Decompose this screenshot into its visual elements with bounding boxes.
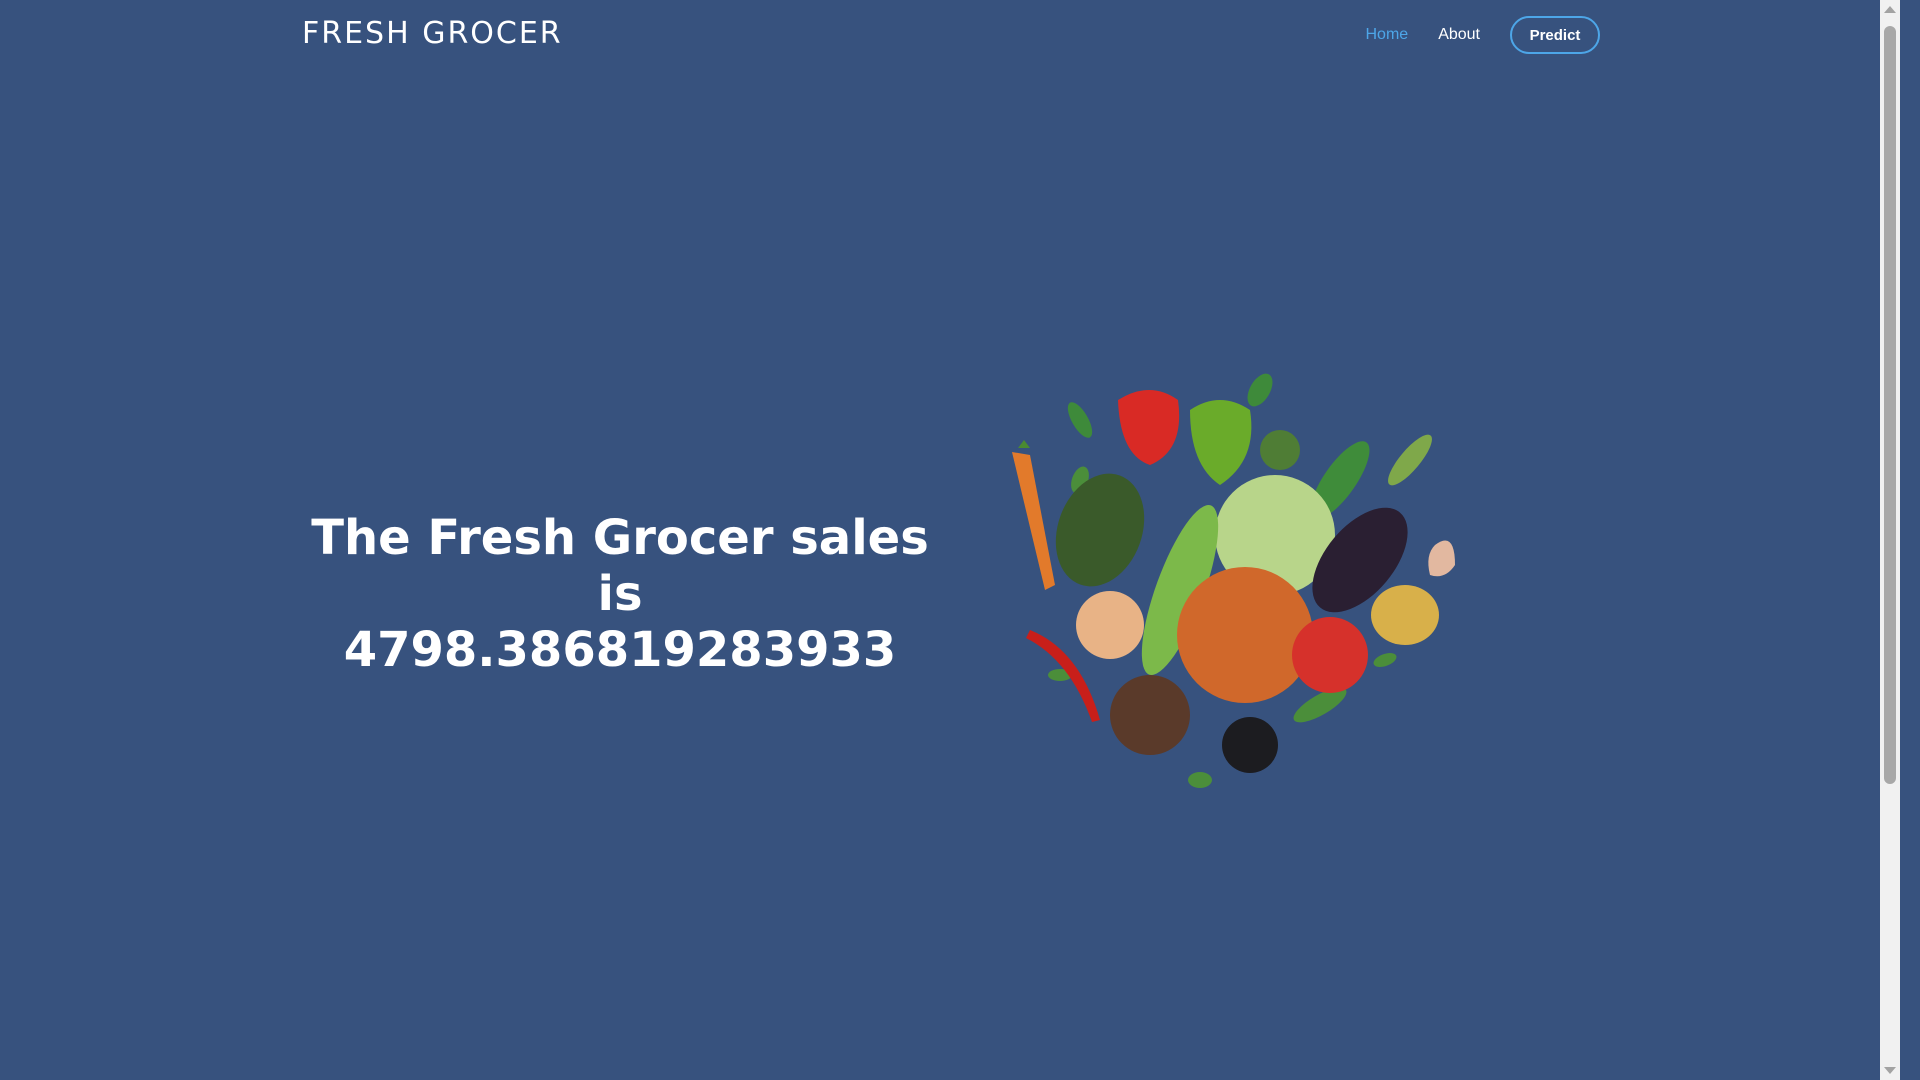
navbar: FRESH GROCER Home About Predict (0, 0, 1900, 72)
sales-headline-text: The Fresh Grocer sales is (311, 510, 929, 622)
predict-button[interactable]: Predict (1510, 16, 1600, 54)
scrollbar[interactable] (1880, 0, 1900, 1080)
scroll-up-icon[interactable] (1884, 6, 1896, 13)
vegetables-illustration (1012, 373, 1455, 788)
sales-headline: The Fresh Grocer sales is 4798.386819283… (300, 510, 940, 678)
scroll-down-icon[interactable] (1884, 1067, 1896, 1074)
scroll-thumb[interactable] (1884, 26, 1896, 784)
nav-about-link[interactable]: About (1438, 26, 1480, 44)
nav-links: Home About Predict (1366, 16, 1600, 54)
sales-value: 4798.386819283933 (343, 622, 897, 678)
page: FRESH GROCER Home About Predict The Fres… (0, 0, 1900, 1080)
nav-home-link[interactable]: Home (1366, 26, 1409, 44)
brand-logo[interactable]: FRESH GROCER (302, 16, 563, 51)
